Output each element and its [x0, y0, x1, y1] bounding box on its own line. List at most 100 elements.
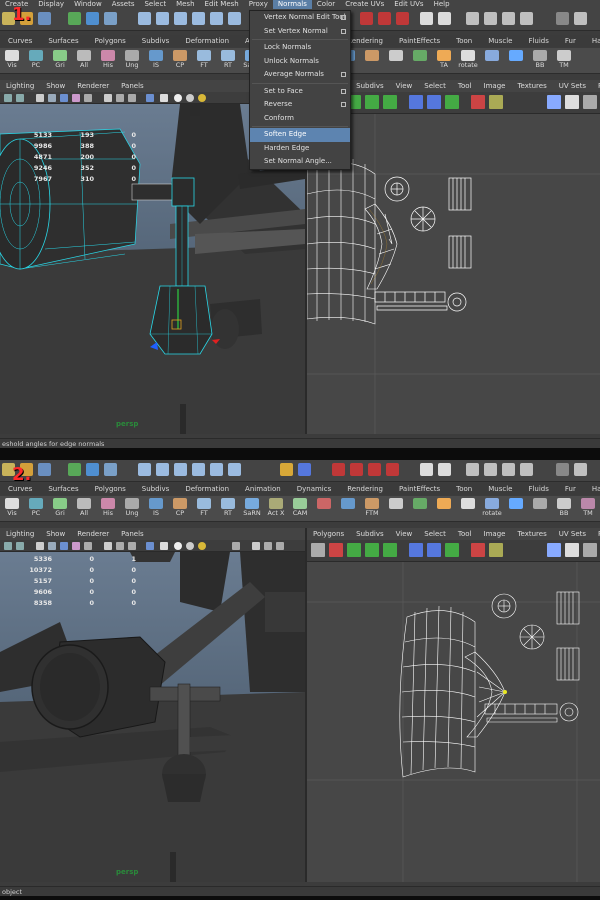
panel-menu-lighting[interactable]: Lighting — [0, 82, 40, 90]
snap-point-icon[interactable] — [174, 12, 187, 25]
shelf-tool-rotate[interactable]: rotate — [456, 48, 480, 74]
shelf-tool-tm[interactable]: TM — [576, 496, 600, 522]
sphere-gold-icon[interactable] — [198, 94, 206, 102]
shelf-tab-fur[interactable]: Fur — [557, 35, 584, 47]
hud-icon[interactable] — [146, 542, 154, 550]
menu-color[interactable]: Color — [312, 0, 340, 9]
render-icon[interactable] — [332, 463, 345, 476]
panel-menu-lighting[interactable]: Lighting — [0, 530, 40, 538]
perspective-viewport[interactable]: 5336 0 1 10372 0 0 5157 0 0 9606 0 0 8358 0 0 persp — [0, 552, 305, 882]
shelf-tab-painteffects[interactable]: PaintEffects — [391, 35, 448, 47]
shelf-tab-polygons[interactable]: Polygons — [87, 35, 134, 47]
channel-box-icon[interactable] — [466, 12, 479, 25]
option-box-icon[interactable] — [341, 102, 346, 107]
chevron-down-icon[interactable] — [556, 463, 569, 476]
uv-texture-icon[interactable] — [489, 95, 503, 109]
uv-select-icon[interactable] — [311, 543, 325, 557]
shelf-tool-is[interactable]: IS — [144, 48, 168, 74]
uv-relax-icon[interactable] — [445, 95, 459, 109]
snap-together-icon[interactable] — [574, 12, 587, 25]
panel-menu-textures[interactable]: Textures — [511, 530, 552, 538]
panel-menu-image[interactable]: Image — [478, 530, 512, 538]
menu-item-harden-edge[interactable]: Harden Edge — [250, 142, 350, 156]
shelf-tool-item-13[interactable] — [312, 496, 336, 522]
shelf-tab-hair[interactable]: Hair — [584, 35, 600, 47]
shelf-tool-his[interactable]: His — [96, 48, 120, 74]
snap-curve-icon[interactable] — [156, 463, 169, 476]
snap-plane-icon[interactable] — [192, 12, 205, 25]
uv-shaded-icon[interactable] — [583, 95, 597, 109]
shelf-tool-ft[interactable]: FT — [192, 48, 216, 74]
shadows-icon[interactable] — [84, 94, 92, 102]
shelf-tab-painteffects[interactable]: PaintEffects — [391, 483, 448, 495]
menu-assets[interactable]: Assets — [107, 0, 140, 9]
panel-menu-polygons[interactable]: Polygons — [307, 530, 350, 538]
snap-curve-icon[interactable] — [156, 12, 169, 25]
hypershade-icon[interactable] — [386, 463, 399, 476]
option-box-icon[interactable] — [341, 72, 346, 77]
uv-cut-icon[interactable] — [365, 95, 379, 109]
option-box-icon[interactable] — [341, 88, 346, 94]
shelf-tab-curves[interactable]: Curves — [0, 35, 40, 47]
chevron-down-icon[interactable] — [556, 12, 569, 25]
ipr-render-icon[interactable] — [350, 463, 363, 476]
shelf-tab-polygons[interactable]: Polygons — [87, 483, 134, 495]
shelf-tool-item-19[interactable] — [456, 496, 480, 522]
attribute-editor-icon[interactable] — [420, 12, 433, 25]
xray-icon[interactable] — [116, 542, 124, 550]
shelf-tool-vis[interactable]: Vis — [0, 496, 24, 522]
shelf-tab-fur[interactable]: Fur — [557, 483, 584, 495]
shelf-tool-rt[interactable]: RT — [216, 496, 240, 522]
shelf-tool-ft[interactable]: FT — [192, 496, 216, 522]
panel-menu-panels[interactable]: Panels — [115, 530, 150, 538]
option-box-icon[interactable] — [341, 15, 346, 20]
uv-shaded-icon[interactable] — [583, 543, 597, 557]
shelf-tab-deformation[interactable]: Deformation — [177, 483, 237, 495]
layer-editor-icon[interactable] — [484, 12, 497, 25]
menu-item-unlock-normals[interactable]: Unlock Normals — [250, 55, 350, 69]
menu-window[interactable]: Window — [69, 0, 107, 9]
uv-flip-icon[interactable] — [329, 543, 343, 557]
uv-image-display-icon[interactable] — [547, 543, 561, 557]
ipr-render-icon[interactable] — [378, 12, 391, 25]
panel-menu-textures[interactable]: Textures — [511, 82, 552, 90]
shelf-tool-pc[interactable]: PC — [24, 496, 48, 522]
lights-icon[interactable] — [72, 94, 80, 102]
panel-menu-renderer[interactable]: Renderer — [71, 82, 115, 90]
camera-attributes-icon[interactable] — [16, 542, 24, 550]
select-by-hierarchy-icon[interactable] — [68, 463, 81, 476]
panel-menu-subdivs[interactable]: Subdivs — [350, 82, 390, 90]
channel-box-icon[interactable] — [466, 463, 479, 476]
shelf-tool-ung[interactable]: Ung — [120, 48, 144, 74]
shelf-tool-rotate[interactable]: rotate — [480, 496, 504, 522]
tool-settings-icon[interactable] — [438, 463, 451, 476]
resolution-gate-icon[interactable] — [232, 542, 240, 550]
shelf-tab-toon[interactable]: Toon — [448, 483, 480, 495]
uv-relax-icon[interactable] — [445, 543, 459, 557]
camera-attributes-icon[interactable] — [16, 94, 24, 102]
snap-together-icon[interactable] — [574, 463, 587, 476]
menu-item-soften-edge[interactable]: Soften Edge — [250, 128, 350, 142]
menu-edit-uvs[interactable]: Edit UVs — [389, 0, 428, 9]
input-ops-icon[interactable] — [280, 463, 293, 476]
shelf-tool-his[interactable]: His — [96, 496, 120, 522]
uv-checker-icon[interactable] — [565, 95, 579, 109]
render-settings-icon[interactable] — [368, 463, 381, 476]
snap-grid-icon[interactable] — [138, 463, 151, 476]
panel-menu-view[interactable]: View — [390, 530, 419, 538]
shelf-tool-item-16[interactable] — [384, 48, 408, 74]
panel-menu-panels[interactable]: Panels — [592, 530, 600, 538]
shelf-tool-sarn[interactable]: SaRN — [240, 496, 264, 522]
menu-item-set-normal-angle[interactable]: Set Normal Angle... — [250, 155, 350, 169]
snap-grid-icon[interactable] — [138, 12, 151, 25]
graph-editor-icon[interactable] — [520, 12, 533, 25]
shelf-tool-gri[interactable]: Gri — [48, 48, 72, 74]
shelf-tab-rendering[interactable]: Rendering — [339, 483, 391, 495]
sphere-gray-icon[interactable] — [186, 542, 194, 550]
shadows-icon[interactable] — [84, 542, 92, 550]
wireframe-icon[interactable] — [36, 542, 44, 550]
shelf-tool-item-14[interactable] — [336, 496, 360, 522]
save-scene-icon[interactable] — [38, 12, 51, 25]
uv-texture-icon[interactable] — [489, 543, 503, 557]
panel-menu-uv-sets[interactable]: UV Sets — [553, 82, 592, 90]
